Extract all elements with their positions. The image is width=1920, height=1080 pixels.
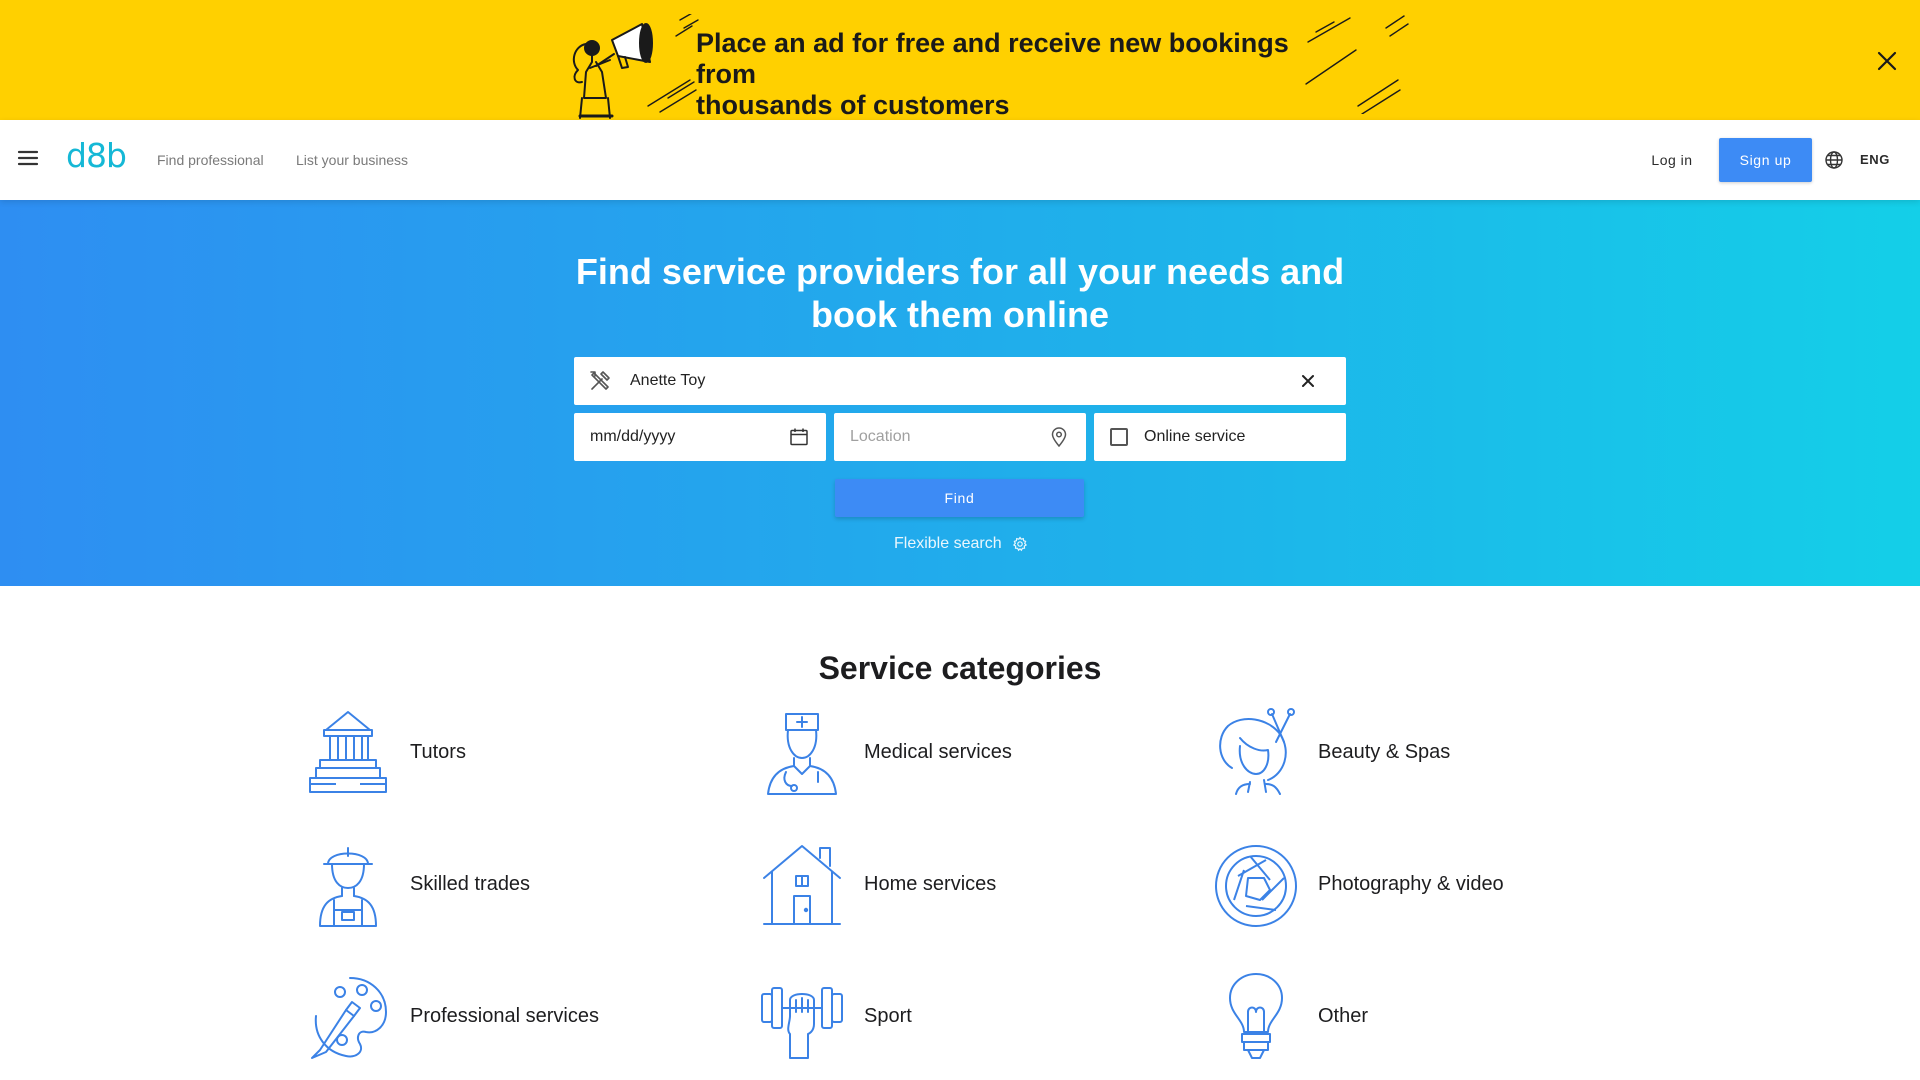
top-navbar: d8b Find professional List your business… (0, 120, 1920, 200)
location-input[interactable] (850, 413, 1040, 461)
promo-text: Place an ad for free and receive new boo… (696, 28, 1296, 121)
service-search-input[interactable] (630, 357, 1270, 405)
category-medical-services[interactable]: Medical services (760, 708, 1180, 798)
category-label: Medical services (864, 741, 1012, 763)
category-photography-video[interactable]: Photography & video (1214, 840, 1634, 930)
category-skilled-trades[interactable]: Skilled trades (306, 840, 726, 930)
calendar-icon[interactable] (788, 426, 810, 448)
category-professional-services[interactable]: Professional services (306, 972, 726, 1062)
date-field-placeholder: mm/dd/yyyy (590, 428, 676, 445)
location-field (834, 413, 1086, 461)
online-service-checkbox[interactable]: Online service (1094, 413, 1346, 461)
location-pin-icon (1051, 427, 1067, 448)
category-label: Tutors (410, 741, 466, 763)
worker-icon (319, 847, 377, 927)
category-home-services[interactable]: Home services (760, 840, 1180, 930)
clear-search-icon[interactable] (1296, 369, 1320, 393)
flexible-search-label: Flexible search (894, 535, 1002, 552)
globe-icon[interactable] (1824, 150, 1844, 170)
hero-title-line-1: Find service providers for all your need… (575, 251, 1345, 292)
flexible-search-link[interactable]: Flexible search (894, 533, 1028, 555)
hero-title: Find service providers for all your need… (560, 250, 1360, 336)
category-beauty-spas[interactable]: Beauty & Spas (1214, 708, 1634, 798)
find-button[interactable]: Find (835, 479, 1084, 517)
category-label: Other (1318, 1005, 1369, 1027)
close-icon[interactable] (1872, 46, 1902, 76)
service-search-bar (574, 357, 1346, 405)
category-label: Photography & video (1318, 873, 1504, 895)
category-tutors[interactable]: Tutors (306, 708, 726, 798)
category-label: Sport (864, 1005, 912, 1027)
hairstyle-icon (1219, 708, 1295, 795)
category-label: Professional services (410, 1005, 599, 1027)
category-label: Skilled trades (410, 873, 531, 895)
category-label: Beauty & Spas (1318, 741, 1451, 763)
decor-lines-right (1305, 15, 1409, 114)
service-categories-title: Service categories (818, 650, 1102, 686)
aperture-icon (1215, 845, 1297, 927)
lightbulb-icon (1229, 973, 1283, 1059)
decor-lines-left (647, 14, 699, 113)
language-selector[interactable]: ENG (1860, 152, 1890, 167)
hero-title-line-2: book them online (810, 294, 1109, 335)
promo-line-1: Place an ad for free and receive new boo… (696, 28, 1289, 89)
login-button[interactable]: Log in (1640, 142, 1704, 178)
promo-banner: Place an ad for free and receive new boo… (0, 0, 1920, 120)
hero-section: Find service providers for all your need… (0, 200, 1920, 586)
date-field[interactable]: mm/dd/yyyy (574, 413, 826, 461)
signup-button[interactable]: Sign up (1719, 138, 1812, 182)
nav-list-your-business[interactable]: List your business (296, 152, 408, 168)
palette-icon (311, 977, 387, 1059)
online-service-label: Online service (1144, 428, 1246, 445)
category-other[interactable]: Other (1214, 972, 1634, 1062)
dumbbell-icon (761, 987, 843, 1059)
gear-icon (1012, 536, 1027, 552)
tools-icon (590, 371, 610, 390)
house-icon (763, 845, 841, 925)
nurse-icon (767, 713, 837, 795)
logo[interactable]: d8b (66, 136, 127, 175)
category-sport[interactable]: Sport (760, 972, 1180, 1062)
promo-line-2: thousands of customers (696, 90, 1010, 120)
category-label: Home services (864, 873, 997, 895)
library-icon (309, 711, 387, 793)
hamburger-menu-icon[interactable] (16, 146, 40, 170)
checkbox-box[interactable] (1110, 428, 1128, 446)
nav-find-professional[interactable]: Find professional (157, 152, 264, 168)
